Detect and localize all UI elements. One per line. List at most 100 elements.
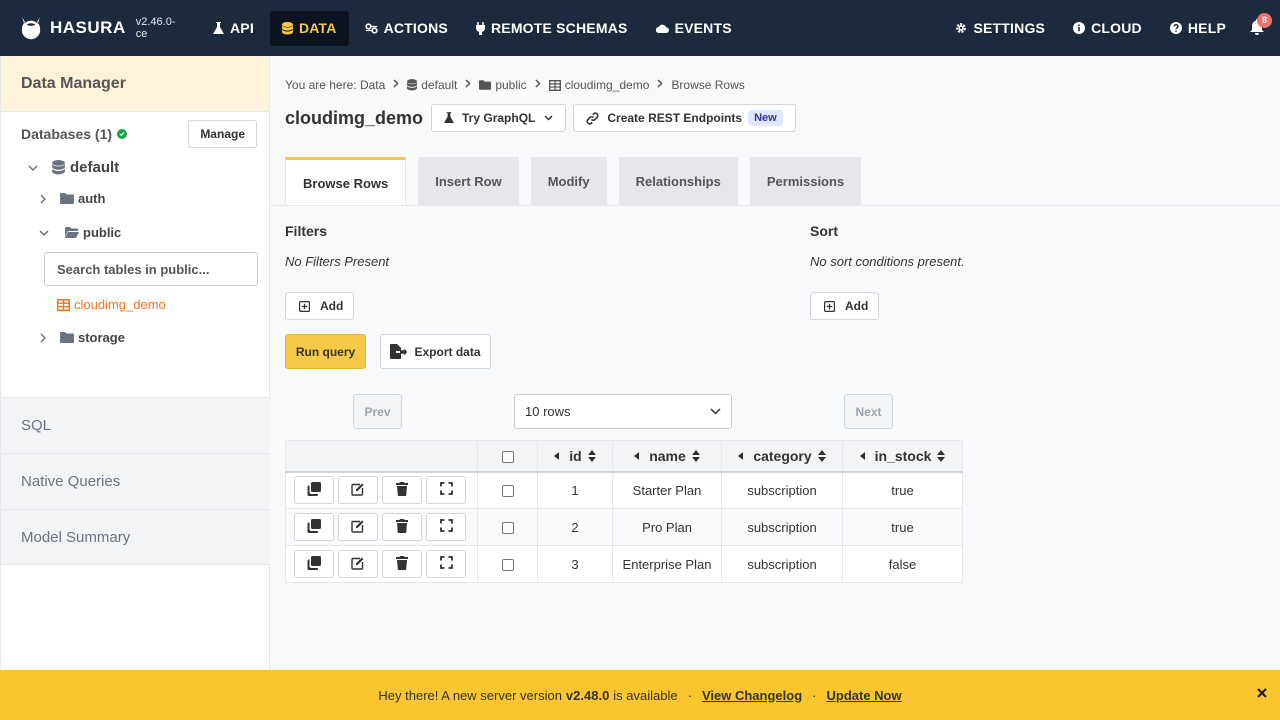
tab-browse-rows[interactable]: Browse Rows xyxy=(285,157,407,206)
nav-help[interactable]: HELP xyxy=(1158,11,1238,46)
nav-actions[interactable]: ACTIONS xyxy=(353,11,460,46)
update-now-link[interactable]: Update Now xyxy=(826,688,901,703)
rows-per-page-select[interactable]: 10 rows xyxy=(514,394,732,429)
tab-modify[interactable]: Modify xyxy=(530,157,607,206)
cell-id[interactable]: 1 xyxy=(537,471,613,509)
caret-left-icon[interactable] xyxy=(859,451,865,460)
sidebar-section-native-queries[interactable]: Native Queries xyxy=(1,453,270,509)
row-select-cell xyxy=(477,545,538,583)
sidebar-section-model-summary[interactable]: Model Summary xyxy=(1,509,270,565)
clone-row-button[interactable] xyxy=(294,550,334,578)
table-header-row: id name category in_stock xyxy=(285,440,963,473)
breadcrumb-item[interactable]: default xyxy=(421,78,457,92)
delete-row-button[interactable] xyxy=(382,476,422,505)
nav-label: CLOUD xyxy=(1091,20,1142,36)
cell-category[interactable]: subscription xyxy=(721,545,843,583)
title-row: cloudimg_demo Try GraphQL Create REST En… xyxy=(285,104,803,132)
expand-row-button[interactable] xyxy=(426,550,466,578)
try-graphql-button[interactable]: Try GraphQL xyxy=(431,104,567,132)
run-query-button[interactable]: Run query xyxy=(285,334,366,369)
add-sort-button[interactable]: Add xyxy=(810,292,880,320)
tree-item-storage[interactable]: storage xyxy=(40,330,125,345)
notifications-button[interactable]: 8 xyxy=(1242,11,1272,46)
column-header-name[interactable]: name xyxy=(612,440,722,473)
chevron-down-icon xyxy=(28,165,38,171)
flask-icon xyxy=(444,112,455,124)
cell-category[interactable]: subscription xyxy=(721,508,843,546)
column-name: category xyxy=(753,447,812,464)
nav-label: REMOTE SCHEMAS xyxy=(490,20,628,36)
nav-api[interactable]: API xyxy=(201,11,266,46)
create-rest-endpoints-button[interactable]: Create REST Endpoints New xyxy=(573,104,796,132)
sort-empty-text: No sort conditions present. xyxy=(810,254,965,269)
cell-id[interactable]: 2 xyxy=(537,508,613,546)
sort-icon[interactable] xyxy=(587,449,596,462)
sort-icon[interactable] xyxy=(937,449,946,462)
cell-in-stock[interactable]: true xyxy=(842,471,963,509)
expand-row-button[interactable] xyxy=(426,476,466,505)
row-checkbox[interactable] xyxy=(501,522,514,535)
sort-icon[interactable] xyxy=(691,449,700,462)
tree-item-cloudimg-demo[interactable]: cloudimg_demo xyxy=(57,297,166,312)
prev-page-button[interactable]: Prev xyxy=(353,394,402,429)
caret-left-icon[interactable] xyxy=(554,451,560,460)
manage-button[interactable]: Manage xyxy=(188,120,257,148)
sort-icon[interactable] xyxy=(817,449,826,462)
cell-name[interactable]: Starter Plan xyxy=(612,471,722,509)
breadcrumb-item[interactable]: public xyxy=(495,78,526,92)
select-all-checkbox[interactable] xyxy=(501,451,514,464)
create-rest-label: Create REST Endpoints xyxy=(607,111,743,125)
nav-data[interactable]: DATA xyxy=(269,10,349,46)
cell-in-stock[interactable]: true xyxy=(842,508,963,546)
tab-permissions[interactable]: Permissions xyxy=(749,157,862,206)
chevron-down-icon xyxy=(710,408,721,415)
cell-name[interactable]: Enterprise Plan xyxy=(612,545,722,583)
column-header-id[interactable]: id xyxy=(537,440,613,473)
column-header-in-stock[interactable]: in_stock xyxy=(842,440,963,473)
gear-icon xyxy=(955,22,967,34)
main-content: You are here: Data default public cloudi… xyxy=(270,56,1280,670)
breadcrumb-prefix[interactable]: You are here: Data xyxy=(285,78,385,92)
cell-name[interactable]: Pro Plan xyxy=(612,508,722,546)
table-search-input[interactable]: Search tables in public... xyxy=(44,252,258,286)
cloud-icon xyxy=(655,24,669,33)
edit-row-button[interactable] xyxy=(338,476,378,505)
edit-row-button[interactable] xyxy=(338,513,378,541)
clone-row-button[interactable] xyxy=(294,513,334,541)
hasura-logo[interactable]: HASURA v2.46.0-ce xyxy=(18,15,178,41)
rows-table: id name category in_stock 1 Starter Plan… xyxy=(285,440,963,583)
tree-item-default[interactable]: default xyxy=(28,159,119,176)
breadcrumb-item[interactable]: cloudimg_demo xyxy=(565,78,650,92)
tab-insert-row[interactable]: Insert Row xyxy=(418,157,519,206)
close-icon[interactable] xyxy=(1256,687,1268,699)
tree-item-public[interactable]: public xyxy=(39,225,121,240)
nav-settings[interactable]: SETTINGS xyxy=(943,11,1057,46)
edit-icon xyxy=(351,556,365,573)
plus-square-icon xyxy=(824,300,835,312)
cell-id[interactable]: 3 xyxy=(537,545,613,583)
expand-row-button[interactable] xyxy=(426,513,466,541)
sidebar-section-sql[interactable]: SQL xyxy=(1,397,270,453)
delete-row-button[interactable] xyxy=(382,550,422,578)
cell-category[interactable]: subscription xyxy=(721,471,843,509)
view-changelog-link[interactable]: View Changelog xyxy=(702,688,802,703)
row-checkbox[interactable] xyxy=(501,485,514,498)
column-header-category[interactable]: category xyxy=(721,440,843,473)
caret-left-icon[interactable] xyxy=(738,451,744,460)
row-checkbox[interactable] xyxy=(501,559,514,572)
export-data-button[interactable]: Export data xyxy=(380,334,491,369)
nav-cloud[interactable]: CLOUD xyxy=(1061,11,1154,46)
nav-events[interactable]: EVENTS xyxy=(644,11,744,46)
add-filter-button[interactable]: Add xyxy=(285,292,355,320)
file-export-icon xyxy=(390,344,408,359)
delete-row-button[interactable] xyxy=(382,513,422,541)
column-name: name xyxy=(649,447,686,464)
nav-remote-schemas[interactable]: REMOTE SCHEMAS xyxy=(464,11,640,46)
tree-item-auth[interactable]: auth xyxy=(40,191,105,206)
caret-left-icon[interactable] xyxy=(634,451,640,460)
next-page-button[interactable]: Next xyxy=(844,394,893,429)
tab-relationships[interactable]: Relationships xyxy=(618,157,738,206)
clone-row-button[interactable] xyxy=(294,476,334,505)
edit-row-button[interactable] xyxy=(338,550,378,578)
cell-in-stock[interactable]: false xyxy=(842,545,963,583)
